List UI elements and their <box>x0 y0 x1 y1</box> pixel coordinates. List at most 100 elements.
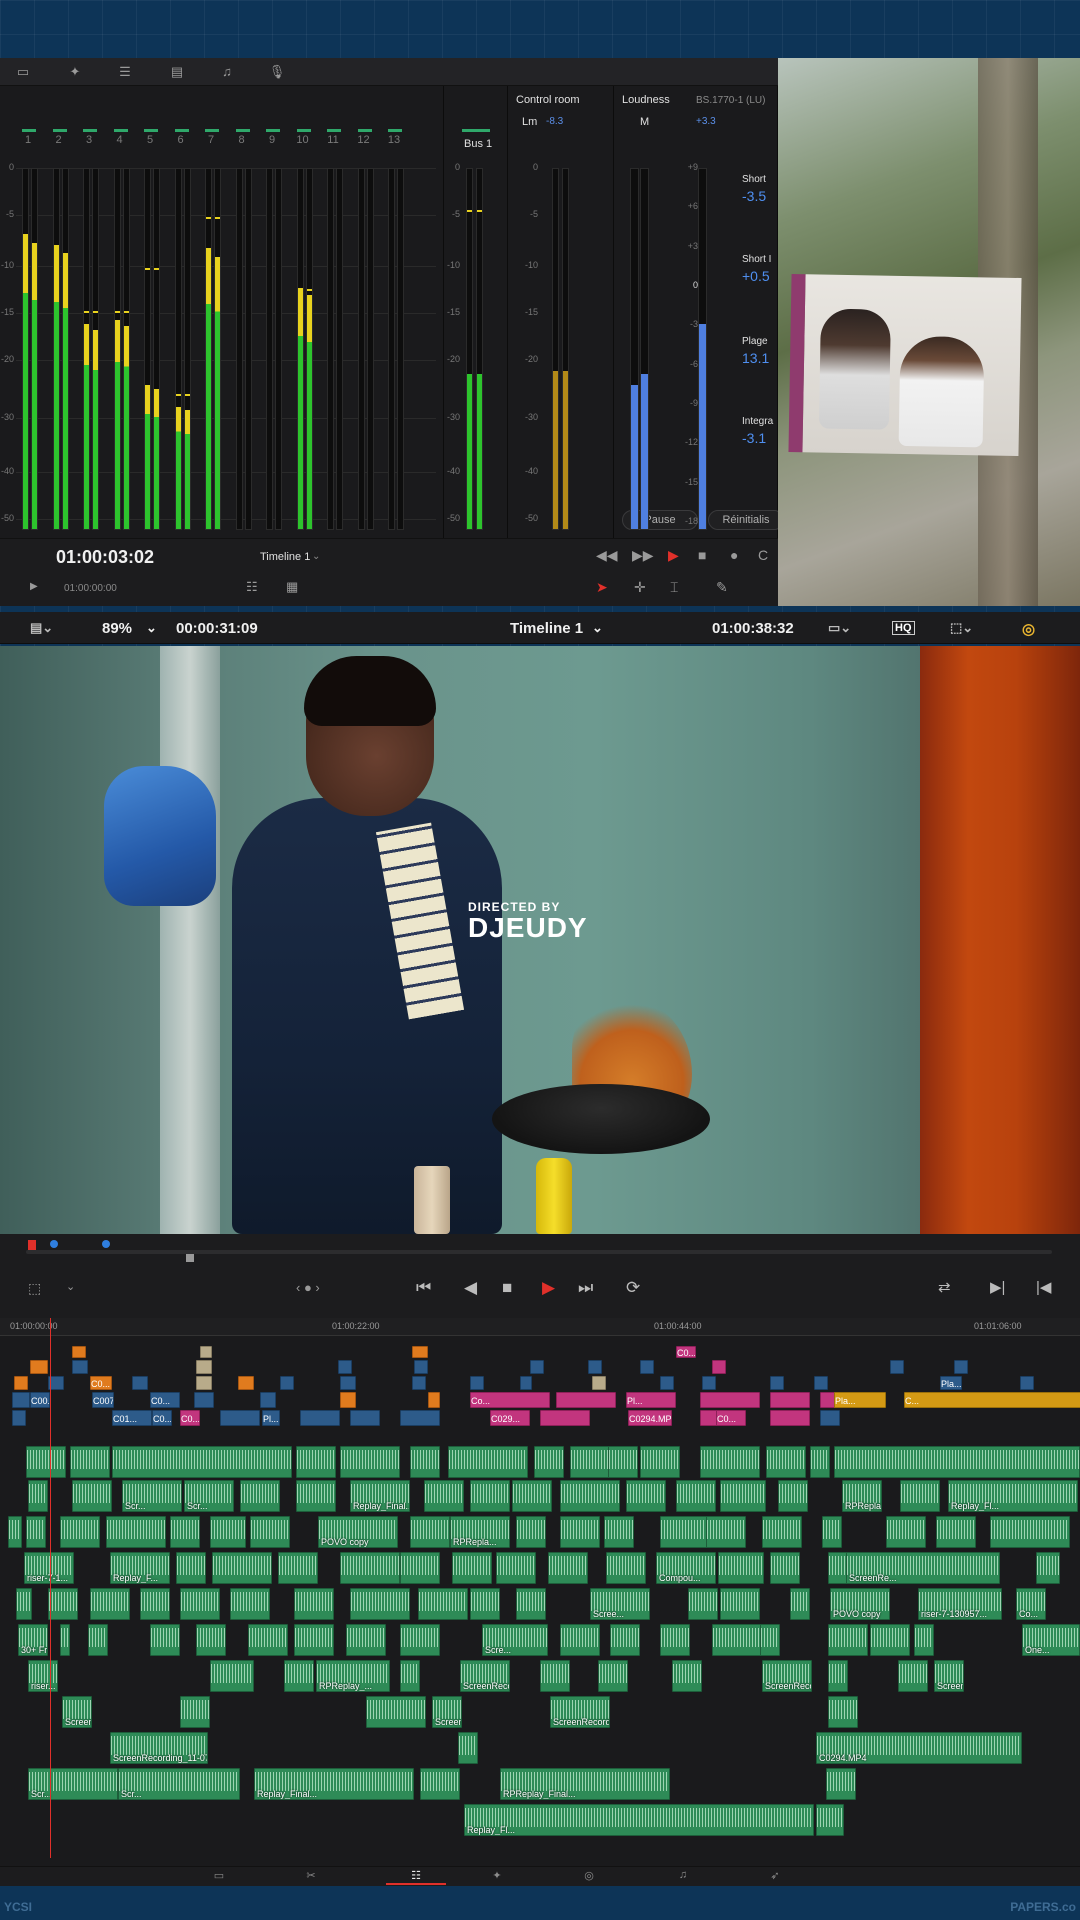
safe-area-icon[interactable]: ▭⌄ <box>828 620 851 636</box>
audio-clip[interactable] <box>424 1480 464 1512</box>
audio-clip[interactable]: RPReplay_... <box>316 1660 390 1692</box>
audio-clip[interactable] <box>16 1588 32 1620</box>
audio-clip[interactable]: ScreenRecording_11-07-2025... <box>432 1696 462 1728</box>
video-clip[interactable]: C0... <box>180 1410 200 1426</box>
audio-clip[interactable] <box>410 1516 450 1548</box>
audio-clip[interactable] <box>640 1446 680 1478</box>
audio-clip[interactable]: riser-7-130957... <box>918 1588 1002 1620</box>
transform-icon[interactable]: ⬚⌄ <box>950 620 973 636</box>
audio-clip[interactable]: Replay_Final... <box>350 1480 410 1512</box>
crop-icon[interactable]: ⬚ <box>28 1280 41 1297</box>
video-clip[interactable] <box>72 1360 88 1374</box>
audio-clip[interactable] <box>548 1552 588 1584</box>
audio-clip[interactable] <box>278 1552 318 1584</box>
audio-clip[interactable]: ScreenRecording... <box>934 1660 964 1692</box>
audio-clip[interactable] <box>294 1588 334 1620</box>
video-clip[interactable] <box>412 1346 428 1358</box>
video-clip[interactable] <box>196 1360 212 1374</box>
timeline-ruler[interactable]: 01:00:00:00 01:00:22:00 01:00:44:00 01:0… <box>0 1318 1080 1336</box>
audio-clip[interactable]: RPReplay_Final... <box>500 1768 670 1800</box>
go-to-end-icon[interactable]: ⏭ <box>578 1278 593 1298</box>
audio-clip[interactable] <box>604 1516 634 1548</box>
audio-clip[interactable]: C0294.MP4 <box>816 1732 1022 1764</box>
adr-microphone-icon[interactable]: 🎙 <box>268 64 286 80</box>
audio-clip[interactable] <box>400 1660 420 1692</box>
audio-clip[interactable] <box>230 1588 270 1620</box>
play-reverse-icon[interactable]: ◀ <box>464 1278 477 1298</box>
audio-clip[interactable] <box>346 1624 386 1656</box>
video-clip[interactable] <box>770 1410 810 1426</box>
audio-clip[interactable] <box>512 1480 552 1512</box>
chevron-down-icon[interactable]: ⌄ <box>312 551 320 562</box>
video-clip[interactable] <box>588 1360 602 1374</box>
video-clip[interactable] <box>194 1392 214 1408</box>
deliver-page-icon[interactable]: ➶ <box>760 1869 790 1885</box>
video-clip[interactable] <box>890 1360 904 1374</box>
audio-clip[interactable] <box>470 1588 500 1620</box>
audio-clip[interactable]: POVO copy <box>830 1588 890 1620</box>
audio-clip[interactable] <box>516 1516 546 1548</box>
audio-clip[interactable]: RPReplay_Final... <box>842 1480 882 1512</box>
video-clip[interactable] <box>30 1360 48 1374</box>
audio-clip[interactable] <box>458 1732 478 1764</box>
audio-clip[interactable] <box>106 1516 166 1548</box>
audio-clip[interactable]: Scr... <box>122 1480 182 1512</box>
audio-clip[interactable] <box>72 1480 112 1512</box>
video-clip[interactable]: C... <box>904 1392 1080 1408</box>
video-clip[interactable] <box>14 1376 28 1390</box>
trim-tool-icon[interactable]: ⌶ <box>670 579 678 596</box>
video-clip[interactable] <box>470 1376 484 1390</box>
audio-clip[interactable] <box>688 1588 718 1620</box>
video-clip[interactable] <box>340 1376 356 1390</box>
video-clip[interactable] <box>340 1392 356 1408</box>
audio-clip[interactable] <box>610 1624 640 1656</box>
video-clip[interactable]: C0071... <box>92 1392 114 1408</box>
audio-clip[interactable]: ScreenRecording_11-07-20... <box>62 1696 92 1728</box>
audio-clip[interactable]: Scre... <box>482 1624 548 1656</box>
audio-clip[interactable] <box>560 1480 620 1512</box>
jog-icon[interactable]: ‹ ● › <box>296 1280 320 1295</box>
video-clip[interactable] <box>238 1376 254 1390</box>
hq-icon[interactable]: HQ <box>892 621 915 635</box>
audio-clip[interactable]: Replay_Fl... <box>464 1804 814 1836</box>
video-clip[interactable] <box>660 1376 674 1390</box>
video-clip[interactable] <box>300 1410 340 1426</box>
match-frame-icon[interactable]: ⇄ <box>938 1278 951 1296</box>
fairlight-page-icon[interactable]: ♫ <box>668 1869 698 1885</box>
index-icon[interactable]: ☰ <box>116 64 134 80</box>
audio-clip[interactable]: Replay_F... <box>110 1552 170 1584</box>
audio-clip[interactable]: Scr... <box>118 1768 240 1800</box>
audio-clip[interactable] <box>340 1446 400 1478</box>
fusion-page-icon[interactable]: ✦ <box>482 1869 512 1885</box>
audio-clip[interactable] <box>140 1588 170 1620</box>
video-clip[interactable] <box>220 1410 260 1426</box>
audio-clip[interactable] <box>496 1552 536 1584</box>
audio-clip[interactable]: ScreenRecording_11-07-2025 09-56-07_1.MP… <box>110 1732 208 1764</box>
video-clip[interactable]: C0... <box>90 1376 112 1390</box>
video-clip[interactable] <box>540 1410 590 1426</box>
audio-clip[interactable] <box>778 1480 808 1512</box>
audio-clip[interactable] <box>700 1446 760 1478</box>
previous-edit-icon[interactable]: |◀ <box>1036 1278 1051 1296</box>
out-point-marker[interactable] <box>186 1254 194 1262</box>
pencil-tool-icon[interactable]: ✎ <box>716 579 728 596</box>
audio-clip[interactable] <box>790 1588 810 1620</box>
audio-clip[interactable] <box>608 1446 638 1478</box>
timeline-select[interactable]: Timeline 1 <box>260 551 310 563</box>
video-clip[interactable]: C0... <box>150 1392 180 1408</box>
audio-clip[interactable] <box>26 1446 66 1478</box>
audio-clip[interactable] <box>90 1588 130 1620</box>
audio-clip[interactable]: ScreenRecording_11-... <box>460 1660 510 1692</box>
audio-clip[interactable] <box>606 1552 646 1584</box>
timeline-chevron-icon[interactable]: ⌄ <box>592 620 603 636</box>
audio-clip[interactable] <box>760 1624 780 1656</box>
viewer-timeline-name[interactable]: Timeline 1 <box>510 620 583 637</box>
audio-clip[interactable] <box>420 1768 460 1800</box>
audio-clip[interactable] <box>816 1804 844 1836</box>
rewind-icon[interactable]: ◀◀ <box>596 547 618 564</box>
audio-clip[interactable] <box>340 1552 400 1584</box>
video-clip[interactable] <box>712 1360 726 1374</box>
play-forward-icon[interactable]: ▶ <box>542 1278 555 1298</box>
audio-clip[interactable] <box>626 1480 666 1512</box>
audio-clip[interactable]: ScreenRecording_11-13-2025 15-42-52_1.MP… <box>762 1660 812 1692</box>
